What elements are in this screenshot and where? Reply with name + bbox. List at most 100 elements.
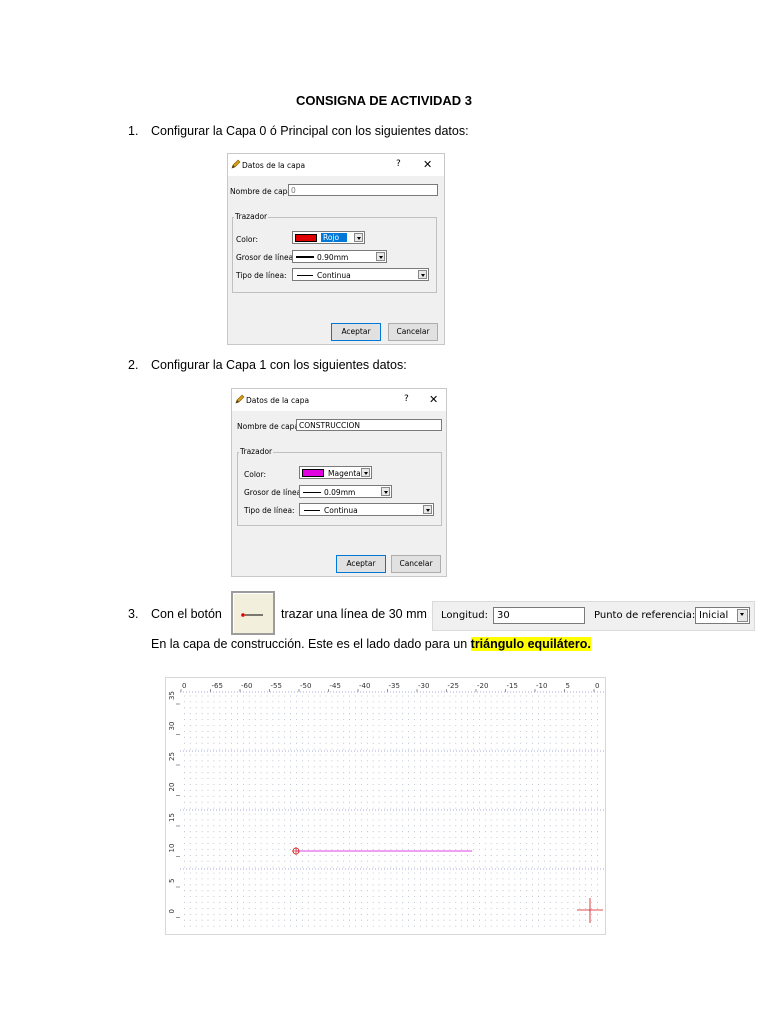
color-label: Color: <box>236 235 258 244</box>
help-button[interactable]: ? <box>396 159 401 169</box>
x-tick-label: -30 <box>418 682 429 690</box>
layer-name-input[interactable]: 0 <box>288 184 438 196</box>
length-label: Longitud: <box>441 610 488 621</box>
line-type-select[interactable]: Continua <box>292 268 429 281</box>
chevron-down-icon[interactable] <box>737 609 748 622</box>
color-label: Color: <box>244 470 266 479</box>
layer-dialog-construccion: Datos de la capa ? ✕ Nombre de capa: CON… <box>231 388 447 577</box>
line-type-label: Tipo de línea: <box>244 506 295 515</box>
x-tick-label: -35 <box>389 682 400 690</box>
step-1-text: Configurar la Capa 0 ó Principal con los… <box>151 124 469 138</box>
y-tick-label: 35 <box>168 691 176 700</box>
y-tick-label: 5 <box>168 879 176 883</box>
x-tick-label: -15 <box>507 682 518 690</box>
line-type-label: Tipo de línea: <box>236 271 287 280</box>
x-tick-label: -10 <box>536 682 547 690</box>
color-select[interactable]: Magenta <box>299 466 372 479</box>
x-tick-label: -45 <box>330 682 341 690</box>
line-width-value: 0.90mm <box>317 253 349 262</box>
step-1: 1. Configurar la Capa 0 ó Principal con l… <box>128 124 469 138</box>
highlighted-term: triángulo equilátero. <box>470 637 591 651</box>
document-title: CONSIGNA DE ACTIVIDAD 3 <box>296 93 472 108</box>
x-tick-label: -55 <box>271 682 282 690</box>
layer-name-label: Nombre de capa: <box>230 187 295 196</box>
y-tick-label: 0 <box>168 909 176 913</box>
x-tick-label: -20 <box>477 682 488 690</box>
dialog-titlebar: Datos de la capa ? ✕ <box>228 154 444 176</box>
step-3-number: 3. <box>128 607 139 621</box>
plotter-group-label: Trazador <box>239 447 274 456</box>
color-swatch <box>302 469 324 477</box>
color-value: Magenta <box>328 469 361 478</box>
y-tick-label: 10 <box>168 844 176 853</box>
y-tick-label: 15 <box>168 813 176 822</box>
line-tool-icon <box>241 613 263 617</box>
chevron-down-icon[interactable] <box>418 270 427 279</box>
cad-drawing-canvas[interactable]: 0 -65 -60 -55 -50 -45 -40 -35 -30 -25 -20 -15 -10 5 0 3… <box>165 677 606 935</box>
line-type-sample <box>304 510 320 511</box>
close-button[interactable]: ✕ <box>423 158 432 171</box>
cancel-button[interactable]: Cancelar <box>388 323 438 341</box>
length-input[interactable]: 30 <box>493 607 585 624</box>
chevron-down-icon[interactable] <box>381 487 390 496</box>
pencil-icon <box>235 394 245 404</box>
layer-name-label: Nombre de capa: <box>237 422 302 431</box>
step-3-text-before: Con el botón <box>151 607 222 621</box>
color-value: Rojo <box>321 233 348 242</box>
line-width-select[interactable]: 0.09mm <box>299 485 392 498</box>
line-width-label: Grosor de línea: <box>236 253 296 262</box>
x-tick-label: 5 <box>566 682 570 690</box>
accept-button[interactable]: Aceptar <box>336 555 386 573</box>
line-width-select[interactable]: 0.90mm <box>292 250 387 263</box>
x-tick-label: 0 <box>182 682 186 690</box>
plotter-group-label: Trazador <box>234 212 269 221</box>
step-3: 3. Con el botón <box>128 607 222 621</box>
close-button[interactable]: ✕ <box>429 393 438 406</box>
y-tick-label: 20 <box>168 783 176 792</box>
cad-grid-svg[interactable]: 0 -65 -60 -55 -50 -45 -40 -35 -30 -25 -20 -15 -10 5 03… <box>166 678 605 934</box>
y-tick-label: 25 <box>168 752 176 761</box>
step-2-number: 2. <box>128 358 139 372</box>
help-button[interactable]: ? <box>404 394 409 404</box>
line-tool-button[interactable] <box>231 591 275 635</box>
x-tick-label: -60 <box>241 682 252 690</box>
accept-button[interactable]: Aceptar <box>331 323 381 341</box>
x-tick-label: -25 <box>448 682 459 690</box>
reference-point-select[interactable]: Inicial <box>695 607 750 624</box>
dialog-titlebar: Datos de la capa ? ✕ <box>232 389 446 411</box>
line-type-sample <box>297 275 313 276</box>
step-2: 2. Configurar la Capa 1 con los siguiente… <box>128 358 407 372</box>
chevron-down-icon[interactable] <box>361 468 370 477</box>
line-type-value: Continua <box>324 506 358 515</box>
chevron-down-icon[interactable] <box>376 252 385 261</box>
line-width-sample <box>296 256 314 258</box>
step-3-line-2-text: En la capa de construcción. Este es el l… <box>151 637 471 651</box>
line-type-select[interactable]: Continua <box>299 503 434 516</box>
dialog-title: Datos de la capa <box>242 161 306 170</box>
color-swatch <box>295 234 317 242</box>
step-3-line-2: En la capa de construcción. Este es el l… <box>151 637 591 651</box>
x-tick-label: -40 <box>359 682 370 690</box>
reference-point-value: Inicial <box>699 610 729 621</box>
line-width-value: 0.09mm <box>324 488 356 497</box>
step-1-number: 1. <box>128 124 139 138</box>
dialog-title: Datos de la capa <box>246 396 310 405</box>
line-type-value: Continua <box>317 271 351 280</box>
dot-grid <box>184 695 598 927</box>
x-tick-label: -50 <box>300 682 311 690</box>
step-3-text-after: trazar una línea de 30 mm <box>281 607 427 621</box>
pencil-icon <box>231 159 241 169</box>
layer-dialog-principal: Datos de la capa ? ✕ Nombre de capa: 0 T… <box>227 153 445 345</box>
color-select[interactable]: Rojo <box>292 231 365 244</box>
chevron-down-icon[interactable] <box>423 505 432 514</box>
line-width-label: Grosor de línea: <box>244 488 304 497</box>
reference-point-label: Punto de referencia: <box>594 610 696 621</box>
chevron-down-icon[interactable] <box>354 233 363 242</box>
x-tick-label: -65 <box>212 682 223 690</box>
layer-name-input[interactable]: CONSTRUCCION <box>296 419 442 431</box>
cancel-button[interactable]: Cancelar <box>391 555 441 573</box>
x-tick-label: 0 <box>595 682 599 690</box>
step-2-text: Configurar la Capa 1 con los siguientes … <box>151 358 407 372</box>
line-width-sample <box>303 492 321 493</box>
vertical-ruler <box>166 678 180 934</box>
